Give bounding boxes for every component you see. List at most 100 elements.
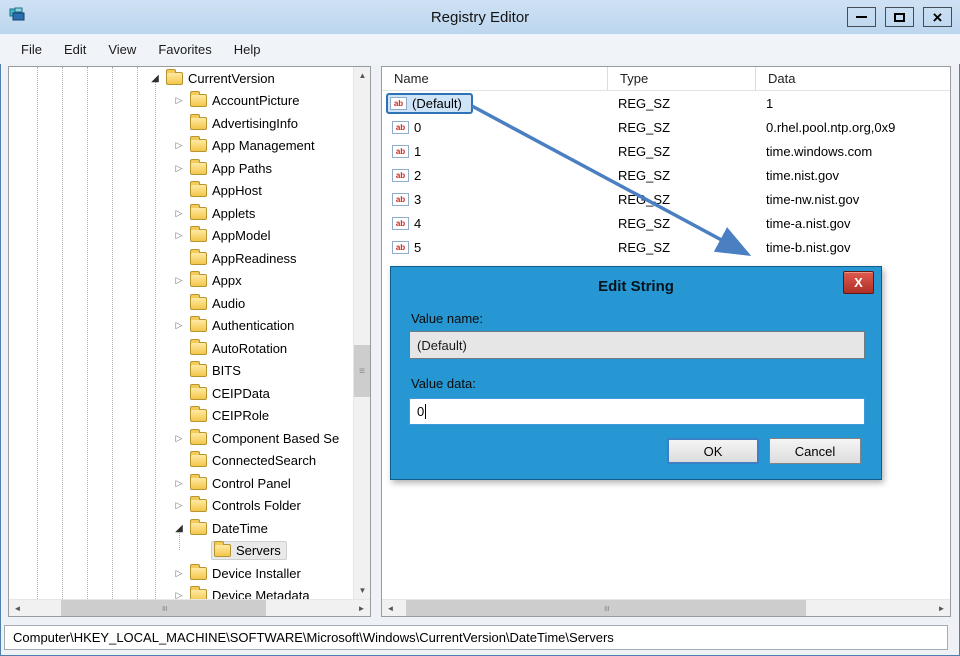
scroll-grip-icon: ≡ (359, 366, 365, 377)
tree-item[interactable]: CEIPData (9, 382, 353, 405)
value-data-label: Value data: (411, 376, 476, 391)
tree-item-label: Appx (212, 273, 242, 288)
tree-item[interactable]: AppHost (9, 180, 353, 203)
close-button[interactable]: × (923, 7, 952, 27)
tree-item[interactable]: AdvertisingInfo (9, 112, 353, 135)
tree-item[interactable]: CEIPRole (9, 405, 353, 428)
tree-item-label: AdvertisingInfo (212, 116, 298, 131)
value-type: REG_SZ (608, 216, 756, 231)
tree-item[interactable]: ConnectedSearch (9, 450, 353, 473)
tree-item[interactable]: ▷App Paths (9, 157, 353, 180)
tree-item[interactable]: ▷Component Based Se (9, 427, 353, 450)
value-name: 0 (414, 120, 421, 135)
list-row[interactable]: ab(Default)REG_SZ1 (382, 91, 950, 115)
scroll-down-icon[interactable]: ▼ (354, 582, 371, 599)
list-row[interactable]: ab2REG_SZtime.nist.gov (382, 163, 950, 187)
list-horizontal-scrollbar[interactable]: ◄ ≡ ► (382, 599, 950, 616)
folder-icon (214, 544, 231, 557)
tree-vertical-scrollbar[interactable]: ▲ ≡ ▼ (353, 67, 370, 599)
tree-expander-icon[interactable]: ▷ (171, 275, 187, 286)
tree-item-label: BITS (212, 363, 241, 378)
menu-item-help[interactable]: Help (223, 34, 272, 64)
folder-icon (190, 522, 207, 535)
tree-expander-icon[interactable]: ▷ (171, 230, 187, 241)
value-data-text: 0 (417, 404, 424, 419)
tree-expander-icon[interactable]: ▷ (171, 590, 187, 599)
cancel-button[interactable]: Cancel (769, 438, 861, 464)
list-row[interactable]: ab5REG_SZtime-b.nist.gov (382, 235, 950, 259)
selected-key-path: Computer\HKEY_LOCAL_MACHINE\SOFTWARE\Mic… (13, 630, 614, 645)
tree-expander-icon[interactable]: ▷ (171, 208, 187, 219)
tree-item[interactable]: ▷AppModel (9, 225, 353, 248)
tree-item-label: AutoRotation (212, 341, 287, 356)
tree-expander-icon[interactable]: ▷ (171, 433, 187, 444)
maximize-button[interactable] (885, 7, 914, 27)
tree-expander-icon[interactable]: ◢ (147, 73, 163, 84)
menu-item-view[interactable]: View (97, 34, 147, 64)
list-row[interactable]: ab4REG_SZtime-a.nist.gov (382, 211, 950, 235)
tree-item[interactable]: Audio (9, 292, 353, 315)
tree-item[interactable]: ◢DateTime (9, 517, 353, 540)
tree-horizontal-scrollbar[interactable]: ◄ ≡ ► (9, 599, 370, 616)
folder-icon (190, 297, 207, 310)
ok-button[interactable]: OK (667, 438, 759, 464)
tree-item[interactable]: ▷Device Metadata (9, 585, 353, 600)
menu-item-favorites[interactable]: Favorites (147, 34, 222, 64)
scroll-right-icon[interactable]: ► (933, 600, 950, 617)
tree-item[interactable]: ▷Controls Folder (9, 495, 353, 518)
column-header-name[interactable]: Name (382, 67, 608, 90)
tree-expander-icon[interactable]: ▷ (171, 140, 187, 151)
list-row[interactable]: ab3REG_SZtime-nw.nist.gov (382, 187, 950, 211)
column-header-type[interactable]: Type (608, 67, 756, 90)
tree-item[interactable]: ▷App Management (9, 135, 353, 158)
list-row[interactable]: ab0REG_SZ0.rhel.pool.ntp.org,0x9 (382, 115, 950, 139)
column-header-data[interactable]: Data (756, 67, 950, 90)
tree-item[interactable]: ▷AccountPicture (9, 90, 353, 113)
tree-item[interactable]: Servers (9, 540, 353, 563)
scroll-left-icon[interactable]: ◄ (9, 600, 26, 617)
tree-item[interactable]: ▷Control Panel (9, 472, 353, 495)
tree-expander-icon[interactable]: ▷ (171, 568, 187, 579)
list-row[interactable]: ab1REG_SZtime.windows.com (382, 139, 950, 163)
status-bar: Computer\HKEY_LOCAL_MACHINE\SOFTWARE\Mic… (4, 625, 948, 650)
tree-expander-icon[interactable]: ▷ (171, 95, 187, 106)
folder-icon (190, 139, 207, 152)
scroll-up-icon[interactable]: ▲ (354, 67, 371, 84)
value-data: 0.rhel.pool.ntp.org,0x9 (756, 120, 950, 135)
list-hscroll-thumb[interactable]: ≡ (406, 600, 806, 616)
tree-item[interactable]: ▷Applets (9, 202, 353, 225)
tree-item[interactable]: ◢CurrentVersion (9, 67, 353, 90)
tree-vscroll-thumb[interactable]: ≡ (354, 345, 370, 397)
reg-sz-icon: ab (392, 241, 409, 254)
tree-expander-icon[interactable]: ◢ (171, 523, 187, 534)
tree-item[interactable]: ▷ Authentication (9, 315, 353, 338)
tree-expander-icon[interactable]: ▷ (171, 320, 187, 331)
tree-item[interactable]: ▷ Appx (9, 270, 353, 293)
tree-expander-icon[interactable]: ▷ (171, 478, 187, 489)
folder-icon (190, 252, 207, 265)
tree-item[interactable]: AutoRotation (9, 337, 353, 360)
dialog-close-button[interactable]: X (843, 271, 874, 294)
menu-item-edit[interactable]: Edit (53, 34, 97, 64)
tree-hscroll-thumb[interactable]: ≡ (61, 600, 266, 616)
scroll-right-icon[interactable]: ► (353, 600, 370, 617)
folder-icon (190, 567, 207, 580)
tree-item-label: AppReadiness (212, 251, 297, 266)
menu-item-file[interactable]: File (10, 34, 53, 64)
tree-expander-icon[interactable]: ▷ (171, 500, 187, 511)
tree-item[interactable]: AppReadiness (9, 247, 353, 270)
scroll-left-icon[interactable]: ◄ (382, 600, 399, 617)
value-data: 1 (756, 96, 950, 111)
tree-item[interactable]: ▷ Device Installer (9, 562, 353, 585)
value-data-input[interactable]: 0 (409, 398, 865, 425)
registry-app-icon (9, 7, 26, 28)
folder-icon (190, 499, 207, 512)
tree-item[interactable]: BITS (9, 360, 353, 383)
minimize-icon (856, 16, 867, 18)
tree-item-label: Authentication (212, 318, 294, 333)
folder-icon (190, 454, 207, 467)
value-name-input[interactable]: (Default) (409, 331, 865, 359)
tree-item-label: Device Installer (212, 566, 301, 581)
tree-expander-icon[interactable]: ▷ (171, 163, 187, 174)
minimize-button[interactable] (847, 7, 876, 27)
